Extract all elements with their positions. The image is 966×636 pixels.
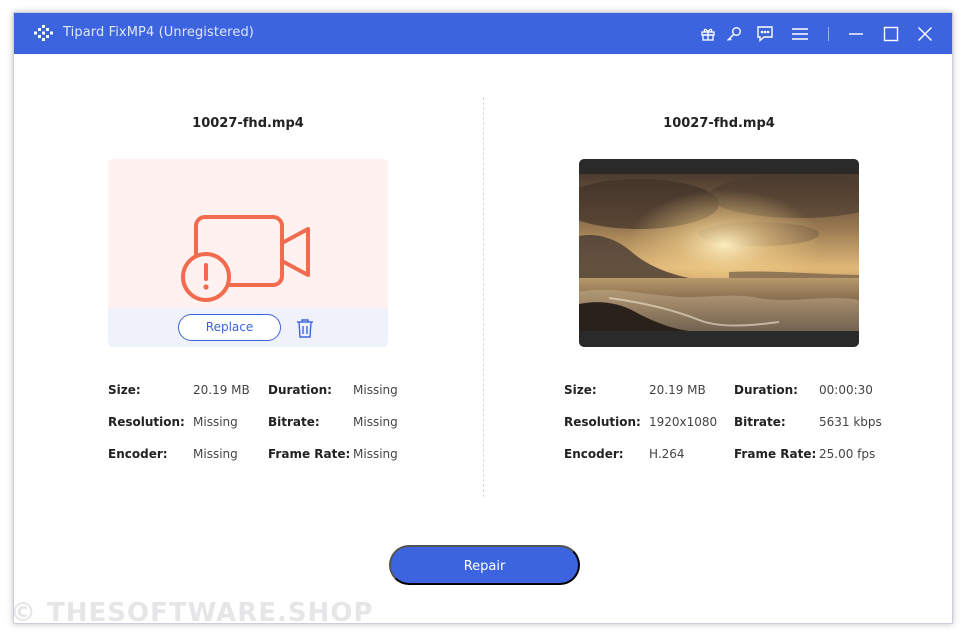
app-logo-icon <box>34 25 53 41</box>
size-label: Size: <box>564 383 597 397</box>
encoder-label: Encoder: <box>108 447 168 461</box>
feedback-icon[interactable] <box>754 23 776 45</box>
panel-divider <box>483 97 484 497</box>
bitrate-label: Bitrate: <box>268 415 320 429</box>
framerate-label: Frame Rate: <box>268 447 351 461</box>
maximize-icon[interactable] <box>880 23 902 45</box>
duration-label: Duration: <box>734 383 798 397</box>
menu-icon[interactable] <box>789 23 811 45</box>
size-label: Size: <box>108 383 141 397</box>
duration-value: Missing <box>353 383 398 397</box>
replace-button[interactable]: Replace <box>178 314 281 341</box>
duration-label: Duration: <box>268 383 332 397</box>
sample-video-card <box>579 159 859 347</box>
minimize-icon[interactable] <box>845 23 867 45</box>
framerate-label: Frame Rate: <box>734 447 817 461</box>
bitrate-label: Bitrate: <box>734 415 786 429</box>
size-value: 20.19 MB <box>193 383 250 397</box>
close-icon[interactable] <box>914 23 936 45</box>
title-bar: Tipard FixMP4 (Unregistered) <box>14 13 952 54</box>
corrupted-video-icon <box>181 215 310 302</box>
bitrate-value: Missing <box>353 415 398 429</box>
encoder-value: H.264 <box>649 447 685 461</box>
size-value: 20.19 MB <box>649 383 706 397</box>
resolution-label: Resolution: <box>108 415 185 429</box>
corrupted-video-card: Replace <box>108 159 388 347</box>
encoder-label: Encoder: <box>564 447 624 461</box>
gift-icon[interactable] <box>697 23 719 45</box>
encoder-value: Missing <box>193 447 238 461</box>
video-thumbnail <box>579 174 859 331</box>
titlebar-separator <box>828 27 829 41</box>
resolution-value: Missing <box>193 415 238 429</box>
framerate-value: 25.00 fps <box>819 447 876 461</box>
left-filename: 10027-fhd.mp4 <box>192 116 304 131</box>
watermark-text: © THESOFTWARE.SHOP <box>10 598 374 628</box>
duration-value: 00:00:30 <box>819 383 873 397</box>
trash-icon[interactable] <box>294 317 316 339</box>
resolution-value: 1920x1080 <box>649 415 718 429</box>
bitrate-value: 5631 kbps <box>819 415 882 429</box>
right-filename: 10027-fhd.mp4 <box>663 116 775 131</box>
resolution-label: Resolution: <box>564 415 641 429</box>
window-title: Tipard FixMP4 (Unregistered) <box>63 25 254 40</box>
app-window: Tipard FixMP4 (Unregistered) 10027-fhd.m… <box>13 12 953 624</box>
key-icon[interactable] <box>723 23 745 45</box>
repair-button[interactable]: Repair <box>389 545 580 585</box>
framerate-value: Missing <box>353 447 398 461</box>
